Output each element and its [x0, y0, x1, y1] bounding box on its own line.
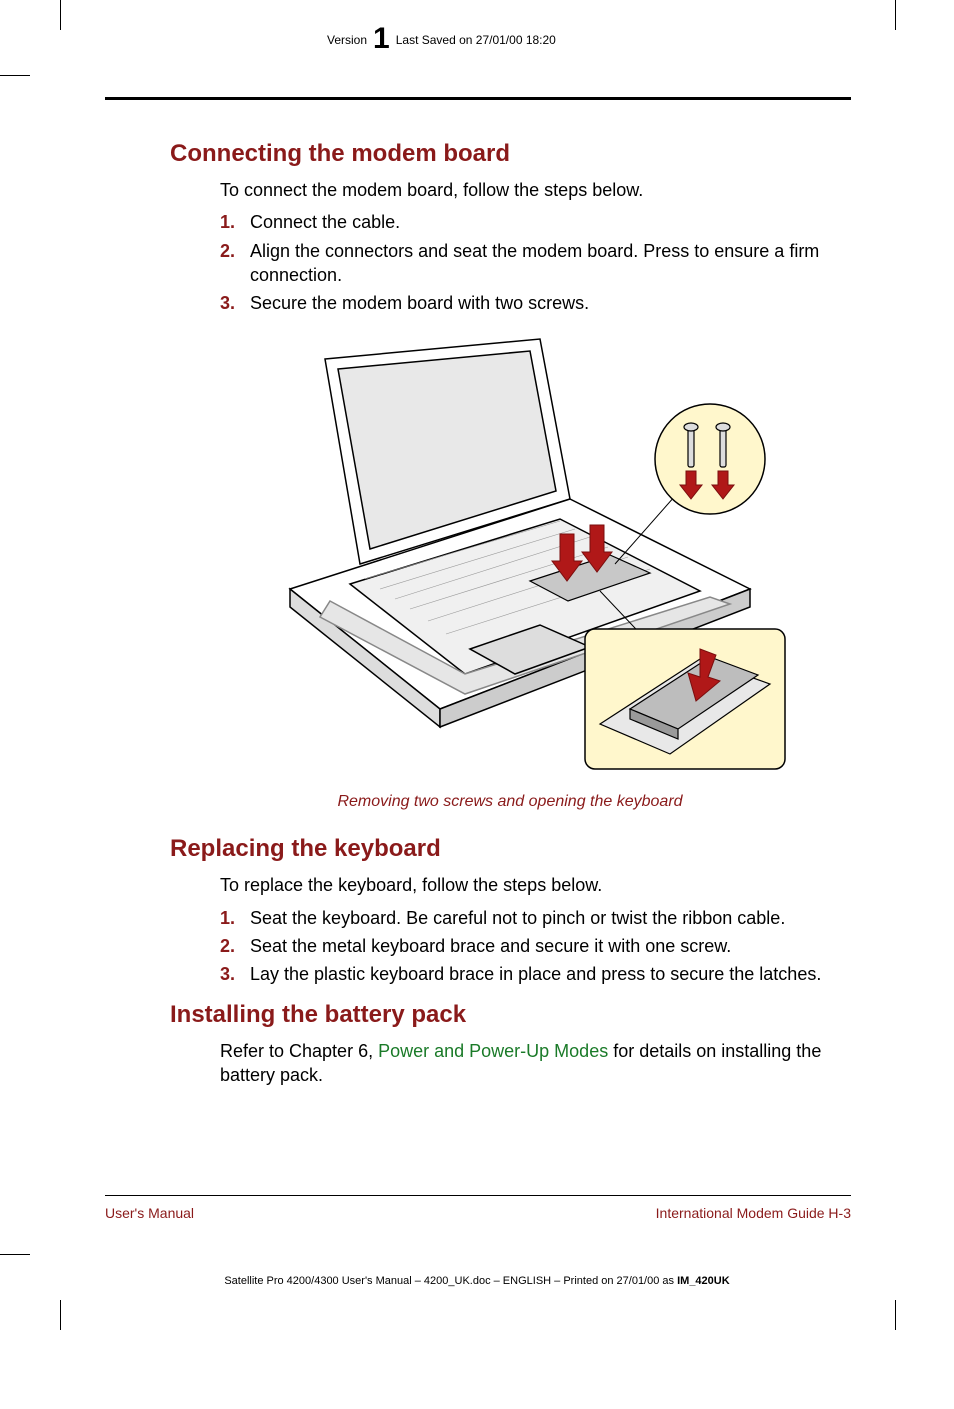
heading-replacing-keyboard: Replacing the keyboard	[170, 835, 850, 863]
crop-mark	[0, 1254, 30, 1255]
heading-installing-battery: Installing the battery pack	[170, 1001, 850, 1029]
battery-paragraph: Refer to Chapter 6, Power and Power-Up M…	[220, 1039, 850, 1088]
heading-connecting-modem: Connecting the modem board	[170, 140, 850, 168]
step-item: 2. Align the connectors and seat the mod…	[220, 239, 850, 288]
step-item: 2. Seat the metal keyboard brace and sec…	[220, 934, 850, 958]
figure-caption: Removing two screws and opening the keyb…	[170, 793, 850, 811]
cross-reference-link[interactable]: Power and Power-Up Modes	[378, 1041, 608, 1061]
crop-mark	[895, 0, 896, 30]
steps-list: 1. Seat the keyboard. Be careful not to …	[220, 906, 850, 987]
top-divider	[105, 97, 851, 100]
version-number: 1	[373, 24, 390, 54]
crop-mark	[895, 1300, 896, 1330]
step-item: 1. Seat the keyboard. Be careful not to …	[220, 906, 850, 930]
figure-laptop-diagram	[230, 329, 790, 779]
intro-text: To replace the keyboard, follow the step…	[220, 873, 850, 897]
step-item: 3. Lay the plastic keyboard brace in pla…	[220, 962, 850, 986]
step-item: 3. Secure the modem board with two screw…	[220, 291, 850, 315]
step-number: 3.	[220, 291, 238, 315]
saved-timestamp: Last Saved on 27/01/00 18:20	[396, 33, 556, 47]
step-text: Align the connectors and seat the modem …	[250, 239, 850, 288]
step-number: 1.	[220, 210, 238, 234]
version-label: Version	[327, 33, 367, 47]
steps-list: 1. Connect the cable. 2. Align the conne…	[220, 210, 850, 315]
imprint-code: IM_420UK	[677, 1275, 730, 1287]
step-text: Lay the plastic keyboard brace in place …	[250, 962, 821, 986]
step-item: 1. Connect the cable.	[220, 210, 850, 234]
crop-mark	[60, 1300, 61, 1330]
step-text: Seat the metal keyboard brace and secure…	[250, 934, 731, 958]
imprint-line: Satellite Pro 4200/4300 User's Manual – …	[0, 1275, 954, 1287]
step-text: Connect the cable.	[250, 210, 400, 234]
step-text: Secure the modem board with two screws.	[250, 291, 589, 315]
laptop-illustration-svg	[230, 329, 790, 779]
step-number: 2.	[220, 239, 238, 263]
bottom-divider	[105, 1195, 851, 1196]
imprint-text: Satellite Pro 4200/4300 User's Manual – …	[224, 1275, 677, 1287]
running-header: Version 1 Last Saved on 27/01/00 18:20	[327, 20, 556, 50]
step-number: 3.	[220, 962, 238, 986]
para-text-pre: Refer to Chapter 6,	[220, 1041, 378, 1061]
page: Version 1 Last Saved on 27/01/00 18:20 C…	[0, 0, 954, 1409]
step-number: 2.	[220, 934, 238, 958]
footer-right: International Modem Guide H-3	[656, 1205, 851, 1221]
crop-mark	[0, 75, 30, 76]
step-text: Seat the keyboard. Be careful not to pin…	[250, 906, 785, 930]
footer-left: User's Manual	[105, 1205, 194, 1221]
intro-text: To connect the modem board, follow the s…	[220, 178, 850, 202]
crop-mark	[60, 0, 61, 30]
step-number: 1.	[220, 906, 238, 930]
body-content: Connecting the modem board To connect th…	[170, 140, 850, 1095]
